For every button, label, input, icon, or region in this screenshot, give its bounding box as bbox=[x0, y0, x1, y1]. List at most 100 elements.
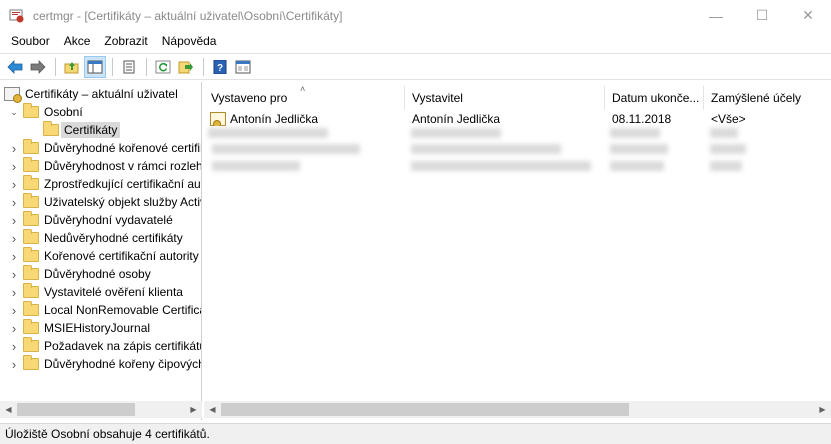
column-expiration-date[interactable]: Datum ukonče... bbox=[605, 86, 704, 110]
tree-item-certificates[interactable]: Certifikáty bbox=[43, 121, 121, 139]
chevron-right-icon[interactable]: › bbox=[8, 285, 20, 300]
tree-item[interactable]: › Důvěryhodní vydavatelé bbox=[8, 211, 173, 229]
chevron-right-icon[interactable]: › bbox=[8, 339, 20, 354]
chevron-right-icon[interactable]: › bbox=[8, 213, 20, 228]
back-icon bbox=[7, 59, 23, 74]
window-title: certmgr - [Certifikáty – aktuální uživat… bbox=[33, 8, 343, 23]
chevron-right-icon[interactable]: › bbox=[8, 303, 20, 318]
tree-item[interactable]: › Důvěryhodnost v rámci rozlehlé sítě bbox=[8, 157, 202, 175]
tree-item[interactable]: › Vystavitelé ověření klienta bbox=[8, 283, 183, 301]
show-scope-icon bbox=[235, 60, 251, 73]
folder-icon bbox=[23, 337, 39, 352]
list-horizontal-scrollbar[interactable]: ◀ ▶ bbox=[204, 401, 831, 418]
menu-view[interactable]: Zobrazit bbox=[97, 31, 154, 52]
folder-icon bbox=[23, 193, 39, 208]
chevron-right-icon[interactable]: › bbox=[8, 141, 20, 156]
toolbar-separator bbox=[203, 57, 204, 76]
tree-item-label: Osobní bbox=[44, 105, 83, 119]
scroll-left-icon[interactable]: ◀ bbox=[204, 401, 221, 418]
tree-item[interactable]: › Důvěryhodné kořeny čipových karet bbox=[8, 355, 201, 373]
properties-button[interactable] bbox=[118, 56, 140, 78]
show-scope-button[interactable] bbox=[232, 56, 254, 78]
chevron-right-icon[interactable]: › bbox=[8, 177, 20, 192]
tree-item[interactable]: › Důvěryhodné osoby bbox=[8, 265, 151, 283]
tree-item[interactable]: › Uživatelský objekt služby Active Direct… bbox=[8, 193, 201, 211]
export-list-button[interactable] bbox=[175, 56, 197, 78]
cell-expiration-date: 08.11.2018 bbox=[612, 112, 672, 126]
folder-icon bbox=[23, 229, 39, 244]
close-button[interactable]: ✕ bbox=[785, 0, 831, 31]
toolbar-separator bbox=[112, 57, 113, 76]
chevron-right-icon[interactable]: › bbox=[8, 159, 20, 174]
toolbar: ? bbox=[0, 53, 831, 80]
scroll-thumb[interactable] bbox=[17, 403, 135, 416]
chevron-right-icon[interactable]: › bbox=[8, 357, 20, 372]
maximize-button[interactable]: ☐ bbox=[739, 0, 785, 31]
tree-item[interactable]: › Nedůvěryhodné certifikáty bbox=[8, 229, 183, 247]
tree-item-label: Důvěryhodnost v rámci rozlehlé sítě bbox=[44, 159, 202, 173]
tree-item-personal[interactable]: ⌄ Osobní bbox=[8, 103, 83, 121]
chevron-down-icon[interactable]: ⌄ bbox=[8, 107, 20, 118]
certificate-store-icon bbox=[4, 87, 22, 103]
table-row[interactable]: Antonín Jedlička Antonín Jedlička 08.11.… bbox=[204, 110, 831, 128]
export-list-icon bbox=[178, 61, 193, 73]
column-issued-to[interactable]: ˄ Vystaveno pro bbox=[204, 86, 405, 110]
refresh-button[interactable] bbox=[152, 56, 174, 78]
column-intended-purposes[interactable]: Zamýšlené účely bbox=[704, 86, 831, 110]
folder-icon bbox=[23, 139, 39, 154]
tree-item-label: Uživatelský objekt služby Active Directo… bbox=[44, 195, 201, 209]
cell-issued-by: Antonín Jedlička bbox=[412, 112, 501, 126]
menu-action[interactable]: Akce bbox=[57, 31, 98, 52]
cell-issued-to: Antonín Jedlička bbox=[230, 111, 319, 126]
chevron-right-icon[interactable]: › bbox=[8, 267, 20, 282]
tree-item[interactable]: › Local NonRemovable Certificates bbox=[8, 301, 201, 319]
folder-icon bbox=[23, 247, 39, 262]
folder-icon bbox=[23, 301, 39, 316]
column-issued-by[interactable]: Vystavitel bbox=[405, 86, 605, 110]
title-bar: certmgr - [Certifikáty – aktuální uživat… bbox=[0, 0, 831, 31]
chevron-right-icon[interactable]: › bbox=[8, 249, 20, 264]
tree-item[interactable]: › Kořenové certifikační autority třetích … bbox=[8, 247, 201, 265]
properties-icon bbox=[123, 60, 135, 73]
tree-item-label: Certifikáty bbox=[61, 122, 121, 138]
tree-item-label: Vystavitelé ověření klienta bbox=[44, 285, 183, 299]
chevron-right-icon[interactable]: › bbox=[8, 321, 20, 336]
folder-icon bbox=[23, 175, 39, 190]
tree-item[interactable]: › Zprostředkující certifikační autority bbox=[8, 175, 201, 193]
tree-item-label: Důvěryhodné kořenové certifikační autori… bbox=[44, 141, 201, 155]
tree-item-label: Požadavek na zápis certifikátu bbox=[44, 339, 202, 353]
refresh-icon bbox=[155, 60, 171, 73]
help-button[interactable]: ? bbox=[209, 56, 231, 78]
tree-item[interactable]: › Požadavek na zápis certifikátu bbox=[8, 337, 202, 355]
menu-file[interactable]: Soubor bbox=[4, 31, 57, 52]
tree-item-label: Důvěryhodní vydavatelé bbox=[44, 213, 173, 227]
certificate-icon bbox=[210, 112, 226, 127]
toolbar-separator bbox=[146, 57, 147, 76]
list-header: ˄ Vystaveno pro Vystavitel Datum ukonče.… bbox=[204, 86, 831, 110]
folder-icon bbox=[23, 283, 39, 298]
up-folder-button[interactable] bbox=[61, 56, 83, 78]
tree-item-label: Důvěryhodné osoby bbox=[44, 267, 151, 281]
tree-horizontal-scrollbar[interactable]: ◀ ▶ bbox=[0, 401, 202, 418]
tree-item[interactable]: › MSIEHistoryJournal bbox=[8, 319, 150, 337]
show-hide-tree-icon bbox=[87, 60, 103, 73]
scroll-right-icon[interactable]: ▶ bbox=[814, 401, 831, 418]
svg-text:?: ? bbox=[217, 63, 223, 74]
show-hide-tree-button[interactable] bbox=[84, 55, 106, 78]
certmgr-app-icon bbox=[9, 8, 25, 24]
chevron-right-icon[interactable]: › bbox=[8, 231, 20, 246]
scroll-right-icon[interactable]: ▶ bbox=[185, 401, 202, 418]
scroll-left-icon[interactable]: ◀ bbox=[0, 401, 17, 418]
back-button[interactable] bbox=[4, 56, 26, 78]
scroll-thumb[interactable] bbox=[221, 403, 629, 416]
chevron-right-icon[interactable]: › bbox=[8, 195, 20, 210]
forward-button[interactable] bbox=[27, 56, 49, 78]
folder-icon bbox=[23, 103, 39, 118]
tree-root[interactable]: Certifikáty – aktuální uživatel bbox=[4, 85, 178, 103]
certificate-list: ˄ Vystaveno pro Vystavitel Datum ukonče.… bbox=[204, 82, 831, 420]
tree-item[interactable]: › Důvěryhodné kořenové certifikační autor… bbox=[8, 139, 201, 157]
menu-help[interactable]: Nápověda bbox=[155, 31, 224, 52]
status-bar: Úložiště Osobní obsahuje 4 certifikátů. bbox=[0, 423, 831, 444]
minimize-button[interactable]: — bbox=[693, 0, 739, 31]
console-tree: Certifikáty – aktuální uživatel ⌄ Osobní… bbox=[0, 82, 202, 420]
